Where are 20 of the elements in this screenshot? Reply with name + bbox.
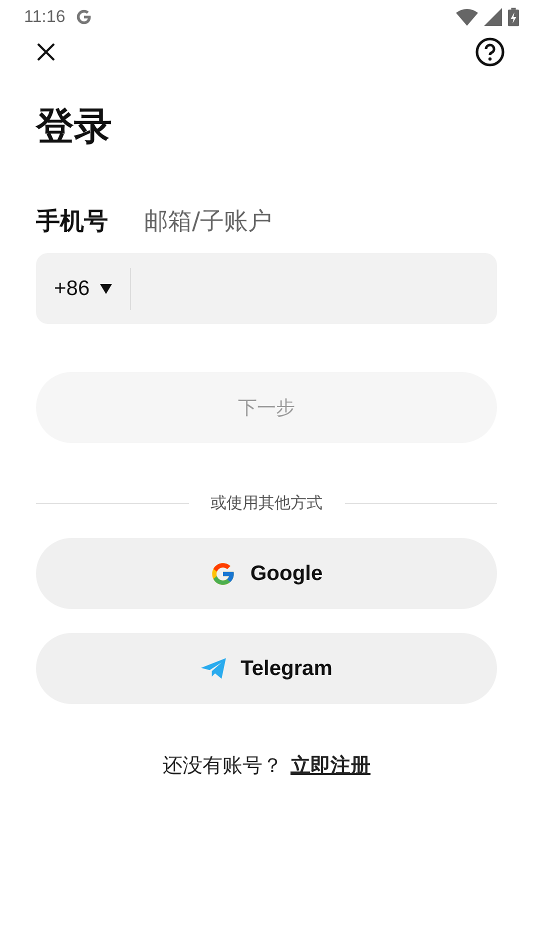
page-title: 登录	[36, 103, 113, 150]
login-tab[interactable]: 手机号	[36, 205, 108, 238]
country-code[interactable]: +86	[54, 276, 90, 301]
battery-icon	[508, 7, 519, 27]
login-tab[interactable]: 邮箱/子账户	[144, 205, 272, 238]
signal-icon	[484, 8, 502, 26]
social-login-button[interactable]: Google	[36, 538, 497, 610]
close-icon[interactable]	[36, 42, 56, 62]
paper-plane-icon	[200, 658, 227, 680]
social-login-button[interactable]: Telegram	[36, 633, 497, 704]
google-logo-icon	[210, 560, 236, 587]
google-g-icon	[75, 8, 94, 26]
divider-text: 或使用其他方式	[210, 493, 322, 514]
footer-text: 还没有账号？	[162, 752, 282, 780]
phone-field[interactable]: +86	[36, 253, 497, 324]
status-time: 11:16	[24, 7, 66, 27]
help-icon[interactable]	[475, 37, 505, 67]
dropdown-caret-icon[interactable]	[100, 284, 112, 294]
wifi-icon	[456, 8, 478, 26]
register-link[interactable]: 立即注册	[290, 752, 370, 780]
